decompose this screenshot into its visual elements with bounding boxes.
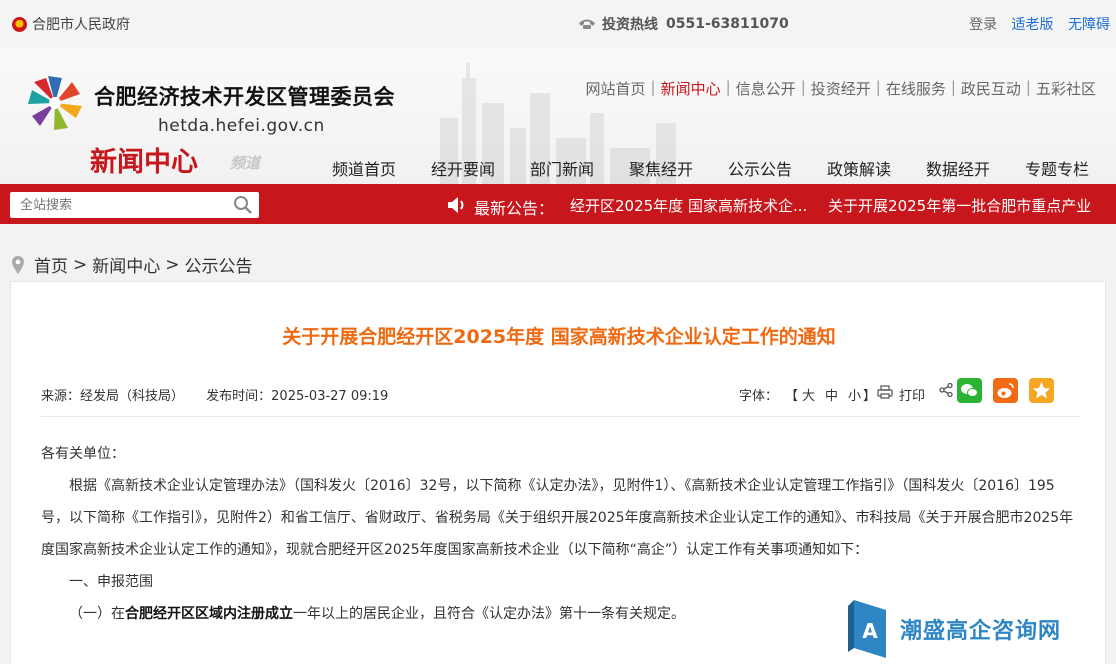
font-large-button[interactable]: 大 — [802, 385, 815, 404]
location-pin-icon — [12, 255, 24, 274]
notice-ticker: 经开区2025年度 国家高新技术企... 关于开展2025年第一批合肥市重点产业 — [570, 195, 1116, 216]
investment-hotline: 投资热线 0551-63811070 — [578, 14, 789, 34]
breadcrumb: 首页 > 新闻中心 > 公示公告 — [12, 252, 253, 277]
bracket-open: 【 — [785, 389, 799, 404]
bracket-close: 】 — [863, 389, 877, 404]
wechat-share-icon[interactable] — [957, 378, 982, 403]
watermark-text: 潮盛高企咨询网 — [900, 619, 1062, 644]
speaker-icon — [448, 197, 464, 213]
weibo-share-icon[interactable] — [993, 378, 1018, 403]
subnav-dept-news[interactable]: 部门新闻 — [530, 156, 594, 180]
subnav-announcements[interactable]: 公示公告 — [728, 156, 792, 180]
search-icon[interactable] — [233, 195, 253, 215]
search-box — [10, 192, 259, 218]
phone-icon — [579, 19, 595, 29]
svg-text:A: A — [862, 619, 878, 643]
print-button[interactable]: 打印 — [899, 385, 925, 404]
font-medium-button[interactable]: 中 — [825, 385, 838, 404]
item-suffix: 一年以上的居民企业，且符合《认定办法》第十一条有关规定。 — [293, 606, 685, 622]
article-tools: 字体： 【 大 中 小 】 打印 — [729, 378, 1079, 406]
hotline-number: 0551-63811070 — [666, 16, 789, 32]
site-domain: hetda.hefei.gov.cn — [158, 116, 325, 136]
watermark-logo-icon: A — [848, 600, 886, 658]
salutation: 各有关单位： — [41, 446, 125, 462]
gov-name: 合肥市人民政府 — [32, 17, 130, 33]
channel-sub-nav: 频道首页 经开要闻 部门新闻 聚焦经开 公示公告 政策解读 数据经开 专题专栏 — [0, 156, 1116, 184]
article-title: 关于开展合肥经开区2025年度 国家高新技术企业认定工作的通知 — [282, 326, 836, 348]
top-links: 登录 适老版 无障碍 — [959, 14, 1110, 34]
main-nav: 网站首页 | 新闻中心 | 信息公开 | 投资经开 | 在线服务 | 政民互动 | 五彩社区 — [585, 78, 1096, 99]
ticker-item[interactable]: 经开区2025年度 国家高新技术企... — [570, 197, 807, 215]
hetda-logo-icon[interactable] — [26, 74, 84, 132]
share-icon[interactable] — [939, 383, 953, 397]
nav-home[interactable]: 网站首页 — [586, 78, 646, 99]
site-header: 合肥经济技术开发区管理委员会 hetda.hefei.gov.cn 新闻中心 频… — [0, 48, 1116, 184]
subnav-data[interactable]: 数据经开 — [926, 156, 990, 180]
article-publish-time: 发布时间：2025-03-27 09:19 — [206, 389, 389, 404]
subnav-focus[interactable]: 聚焦经开 — [629, 156, 693, 180]
ticker-item[interactable]: 关于开展2025年第一批合肥市重点产业 — [828, 197, 1091, 215]
article-source: 来源：经发局（科技局） — [41, 389, 185, 404]
favorite-star-icon[interactable] — [1029, 378, 1054, 403]
font-size-label: 字体： — [739, 389, 779, 404]
accessibility-link[interactable]: 无障碍 — [1068, 17, 1110, 33]
printer-icon[interactable] — [877, 385, 893, 399]
search-input[interactable] — [10, 192, 220, 218]
watermark: A 潮盛高企咨询网 — [848, 600, 1061, 658]
org-name: 合肥经济技术开发区管理委员会 — [94, 85, 395, 109]
nav-interaction[interactable]: 政民互动 — [961, 78, 1021, 99]
latest-notice-label: 最新公告： — [474, 199, 555, 218]
item-prefix: （一）在 — [69, 606, 125, 622]
paragraph: 根据《高新技术企业认定管理办法》（国科发火〔2016〕32号，以下简称《认定办法… — [41, 478, 1074, 558]
item-emphasis: 合肥经开区区域内注册成立 — [125, 606, 293, 622]
breadcrumb-home[interactable]: 首页 — [34, 252, 68, 277]
top-bar: 合肥市人民政府 投资热线 0551-63811070 登录 适老版 无障碍 — [0, 0, 1116, 48]
elderly-mode-link[interactable]: 适老版 — [1012, 17, 1054, 33]
hotline-label: 投资热线 — [602, 17, 658, 33]
nav-invest[interactable]: 投资经开 — [811, 78, 871, 99]
article-meta: 来源：经发局（科技局） 发布时间：2025-03-27 09:19 — [41, 385, 406, 404]
nav-news-center[interactable]: 新闻中心 — [661, 78, 721, 99]
section-heading: 一、申报范围 — [69, 574, 153, 590]
login-link[interactable]: 登录 — [969, 17, 997, 33]
nav-online-service[interactable]: 在线服务 — [886, 78, 946, 99]
nav-info-public[interactable]: 信息公开 — [736, 78, 796, 99]
breadcrumb-announcements[interactable]: 公示公告 — [185, 252, 253, 277]
subnav-news[interactable]: 经开要闻 — [431, 156, 495, 180]
subnav-special[interactable]: 专题专栏 — [1025, 156, 1089, 180]
font-small-button[interactable]: 小 — [848, 385, 861, 404]
subnav-channel-home[interactable]: 频道首页 — [332, 156, 396, 180]
breadcrumb-news-center[interactable]: 新闻中心 — [92, 252, 160, 277]
meta-divider — [41, 416, 1081, 417]
nav-community[interactable]: 五彩社区 — [1036, 78, 1096, 99]
national-emblem-icon — [12, 16, 27, 32]
subnav-policy[interactable]: 政策解读 — [827, 156, 891, 180]
gov-link[interactable]: 合肥市人民政府 — [12, 14, 130, 34]
